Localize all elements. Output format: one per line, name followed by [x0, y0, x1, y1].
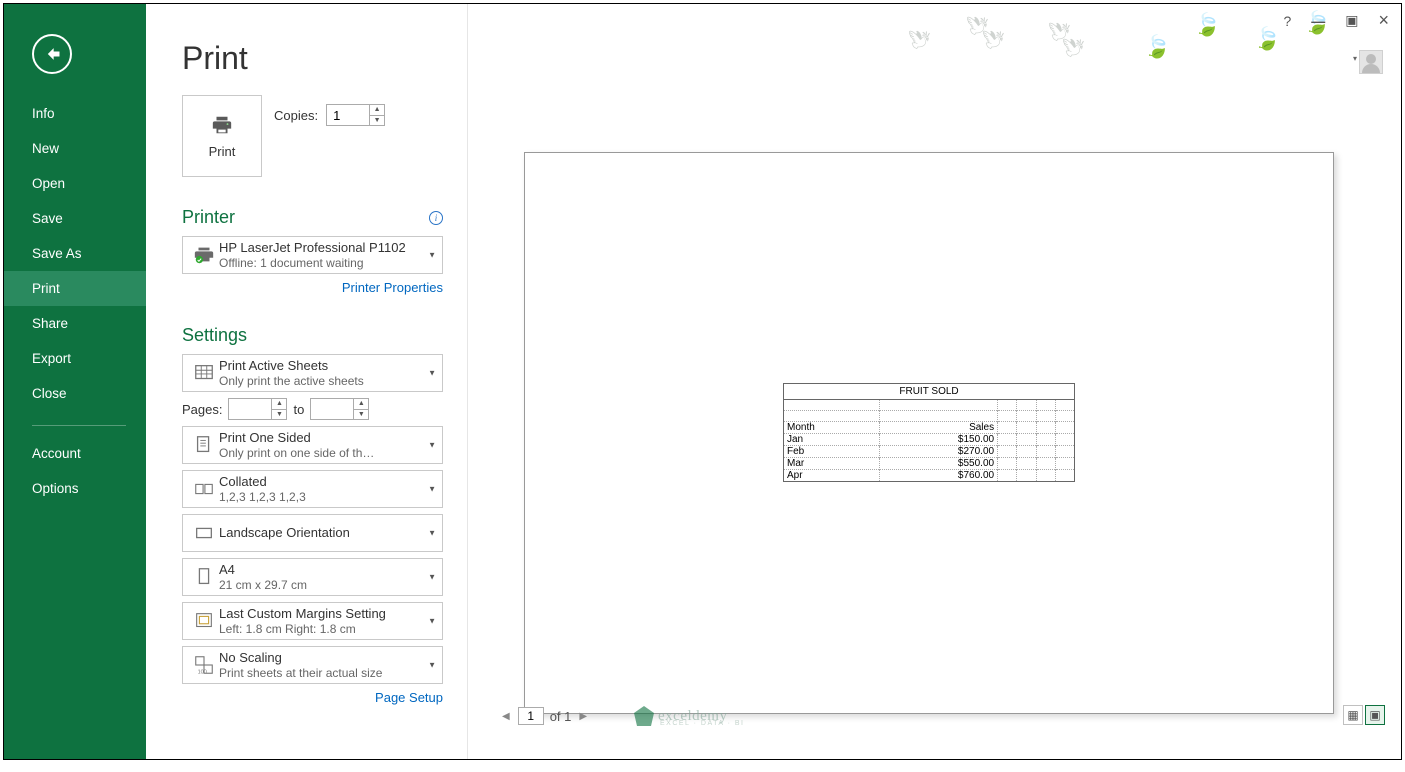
- sidebar-item-info[interactable]: Info: [4, 96, 146, 131]
- setting-collated[interactable]: Collated1,2,3 1,2,3 1,2,3▼: [182, 470, 443, 508]
- sidebar-item-close[interactable]: Close: [4, 376, 146, 411]
- chevron-down-icon: ▼: [428, 529, 436, 538]
- pages-to-spinner[interactable]: ▲▼: [310, 398, 369, 420]
- printer-status: Offline: 1 document waiting: [219, 256, 424, 270]
- setting-landscape-orientation[interactable]: Landscape Orientation▼: [182, 514, 443, 552]
- preview-page: FRUIT SOLDMonthSalesJan$150.00Feb$270.00…: [524, 152, 1334, 714]
- chevron-down-icon: ▼: [428, 617, 436, 626]
- account-avatar[interactable]: [1359, 50, 1383, 74]
- svg-text:100: 100: [198, 669, 207, 675]
- print-button[interactable]: Print: [182, 95, 262, 177]
- sidebar-item-save[interactable]: Save: [4, 201, 146, 236]
- orientation-icon: [189, 522, 219, 544]
- chevron-down-icon: ▼: [428, 485, 436, 494]
- scaling-icon: 100: [189, 654, 219, 676]
- sheets-icon: [189, 362, 219, 384]
- printer-info-icon[interactable]: i: [429, 211, 443, 225]
- printer-properties-link[interactable]: Printer Properties: [342, 280, 443, 295]
- printer-icon: [211, 114, 233, 136]
- print-preview-area: FRUIT SOLDMonthSalesJan$150.00Feb$270.00…: [468, 104, 1377, 723]
- show-margins-button[interactable]: ▦: [1343, 705, 1363, 725]
- prev-page-button[interactable]: ◀: [500, 709, 512, 724]
- printer-name: HP LaserJet Professional P1102: [219, 240, 424, 256]
- setting-no-scaling[interactable]: 100No ScalingPrint sheets at their actua…: [182, 646, 443, 684]
- chevron-down-icon: ▼: [428, 369, 436, 378]
- minimize-button[interactable]: —: [1307, 11, 1329, 31]
- copies-input[interactable]: [327, 105, 369, 125]
- sidebar-item-save-as[interactable]: Save As: [4, 236, 146, 271]
- papersize-icon: [189, 566, 219, 588]
- chevron-down-icon: ▼: [428, 661, 436, 670]
- sidebar-item-options[interactable]: Options: [4, 471, 146, 506]
- pages-label: Pages:: [182, 402, 222, 417]
- printer-device-icon: [189, 244, 219, 266]
- page-title: Print: [182, 40, 443, 77]
- copies-down[interactable]: ▼: [370, 116, 384, 126]
- page-total-label: of 1: [550, 709, 572, 724]
- margins-icon: [189, 610, 219, 632]
- pages-from-input[interactable]: [229, 399, 271, 419]
- back-button[interactable]: [32, 34, 72, 74]
- setting-print-one-sided[interactable]: Print One SidedOnly print on one side of…: [182, 426, 443, 464]
- current-page-input[interactable]: [518, 707, 544, 725]
- watermark-icon: [634, 706, 654, 726]
- setting-print-active-sheets[interactable]: Print Active SheetsOnly print the active…: [182, 354, 443, 392]
- watermark: exceldemy EXCEL · DATA · BI: [634, 703, 784, 729]
- setting-a4[interactable]: A421 cm x 29.7 cm▼: [182, 558, 443, 596]
- onesided-icon: [189, 434, 219, 456]
- settings-heading: Settings: [182, 325, 247, 346]
- next-page-button[interactable]: ▶: [577, 709, 589, 724]
- pages-to-input[interactable]: [311, 399, 353, 419]
- chevron-down-icon: ▼: [428, 573, 436, 582]
- pages-to-label: to: [293, 402, 304, 417]
- sidebar-item-open[interactable]: Open: [4, 166, 146, 201]
- copies-label: Copies:: [274, 108, 318, 123]
- sidebar-item-print[interactable]: Print: [4, 271, 146, 306]
- sidebar-item-share[interactable]: Share: [4, 306, 146, 341]
- sidebar-item-export[interactable]: Export: [4, 341, 146, 376]
- restore-button[interactable]: ▣: [1341, 10, 1362, 31]
- backstage-sidebar: InfoNewOpenSaveSave AsPrintShareExportCl…: [4, 4, 146, 759]
- close-window-button[interactable]: ×: [1374, 8, 1393, 33]
- preview-sheet: FRUIT SOLDMonthSalesJan$150.00Feb$270.00…: [783, 383, 1075, 482]
- account-menu-caret-icon: ▾: [1353, 54, 1357, 63]
- pages-from-spinner[interactable]: ▲▼: [228, 398, 287, 420]
- sheet-title: FRUIT SOLD: [784, 384, 1075, 400]
- setting-last-custom-margins-setting[interactable]: Last Custom Margins SettingLeft: 1.8 cm …: [182, 602, 443, 640]
- copies-spinner[interactable]: ▲▼: [326, 104, 385, 126]
- copies-up[interactable]: ▲: [370, 105, 384, 116]
- printer-selector[interactable]: HP LaserJet Professional P1102 Offline: …: [182, 236, 443, 274]
- sidebar-item-new[interactable]: New: [4, 131, 146, 166]
- printer-heading: Printer: [182, 207, 235, 228]
- page-setup-link[interactable]: Page Setup: [375, 690, 443, 705]
- chevron-down-icon: ▼: [428, 441, 436, 450]
- zoom-to-page-button[interactable]: ▣: [1365, 705, 1385, 725]
- print-button-label: Print: [209, 144, 236, 159]
- collated-icon: [189, 478, 219, 500]
- sidebar-item-account[interactable]: Account: [4, 436, 146, 471]
- chevron-down-icon: ▼: [428, 251, 436, 260]
- help-button[interactable]: ?: [1279, 11, 1295, 31]
